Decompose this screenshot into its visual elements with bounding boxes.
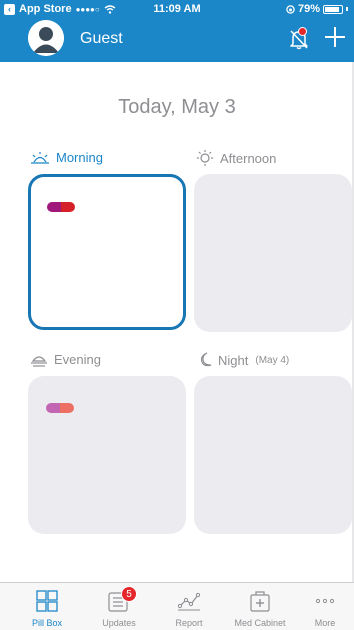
moon-icon	[200, 352, 212, 367]
sun-icon	[197, 150, 213, 166]
orientation-lock-icon	[286, 4, 295, 14]
slot-name: Morning	[56, 150, 103, 165]
page-title: Today, May 3	[118, 96, 236, 118]
sunset-icon	[31, 355, 47, 367]
slot-label-morning[interactable]: Morning	[30, 150, 103, 165]
more-icon	[315, 598, 335, 604]
status-bar: ‹ App Store ●●●●○ 11:09 AM 79%	[0, 0, 354, 18]
alert-dot	[298, 27, 307, 36]
slot-label-afternoon[interactable]: Afternoon	[196, 150, 276, 166]
slot-box-morning[interactable]	[28, 174, 186, 330]
tab-more[interactable]: More	[296, 583, 354, 630]
updates-badge: 5	[121, 586, 137, 602]
tab-pill-box[interactable]: Pill Box	[12, 583, 82, 630]
tab-report[interactable]: Report	[154, 583, 224, 630]
tab-label: Updates	[102, 618, 136, 628]
tab-label: More	[314, 618, 336, 628]
app-root: ‹ App Store ●●●●○ 11:09 AM 79% Guest Tod…	[0, 0, 354, 630]
user-name[interactable]: Guest	[80, 30, 123, 48]
slot-name: Afternoon	[220, 150, 277, 166]
slot-subdate: (May 4)	[255, 354, 290, 366]
plus-icon[interactable]	[322, 24, 348, 50]
pill-capsule[interactable]	[47, 202, 75, 212]
tab-med-cabinet[interactable]: Med Cabinet	[225, 583, 295, 630]
person-silhouette-icon	[28, 20, 64, 56]
tab-label: Report	[175, 618, 203, 628]
tab-label: Pill Box	[31, 618, 62, 628]
slot-name: Evening	[54, 352, 101, 367]
tab-bar: Pill Box 5 Updates Report Med Cabinet Mo…	[0, 582, 354, 630]
slot-name: Night	[218, 352, 249, 368]
slot-box-night[interactable]	[194, 376, 352, 534]
tab-updates[interactable]: 5 Updates	[84, 583, 154, 630]
battery-icon	[323, 4, 343, 14]
slot-box-afternoon[interactable]	[194, 174, 352, 332]
status-right: 79%	[286, 3, 348, 15]
grid-icon	[36, 590, 58, 612]
chart-line-icon	[177, 592, 201, 611]
avatar[interactable]	[28, 20, 64, 56]
pill-capsule[interactable]	[46, 403, 74, 413]
medkit-icon	[250, 591, 270, 612]
sunrise-icon	[31, 151, 49, 164]
tab-label: Med Cabinet	[234, 618, 286, 628]
slot-label-evening[interactable]: Evening	[30, 352, 101, 367]
app-header: ‹ App Store ●●●●○ 11:09 AM 79% Guest	[0, 0, 354, 62]
battery-percent: 79%	[297, 3, 320, 15]
battery-tip	[346, 7, 348, 11]
slot-label-night[interactable]: Night (May 4)	[198, 352, 289, 368]
slot-box-evening[interactable]	[28, 376, 186, 534]
